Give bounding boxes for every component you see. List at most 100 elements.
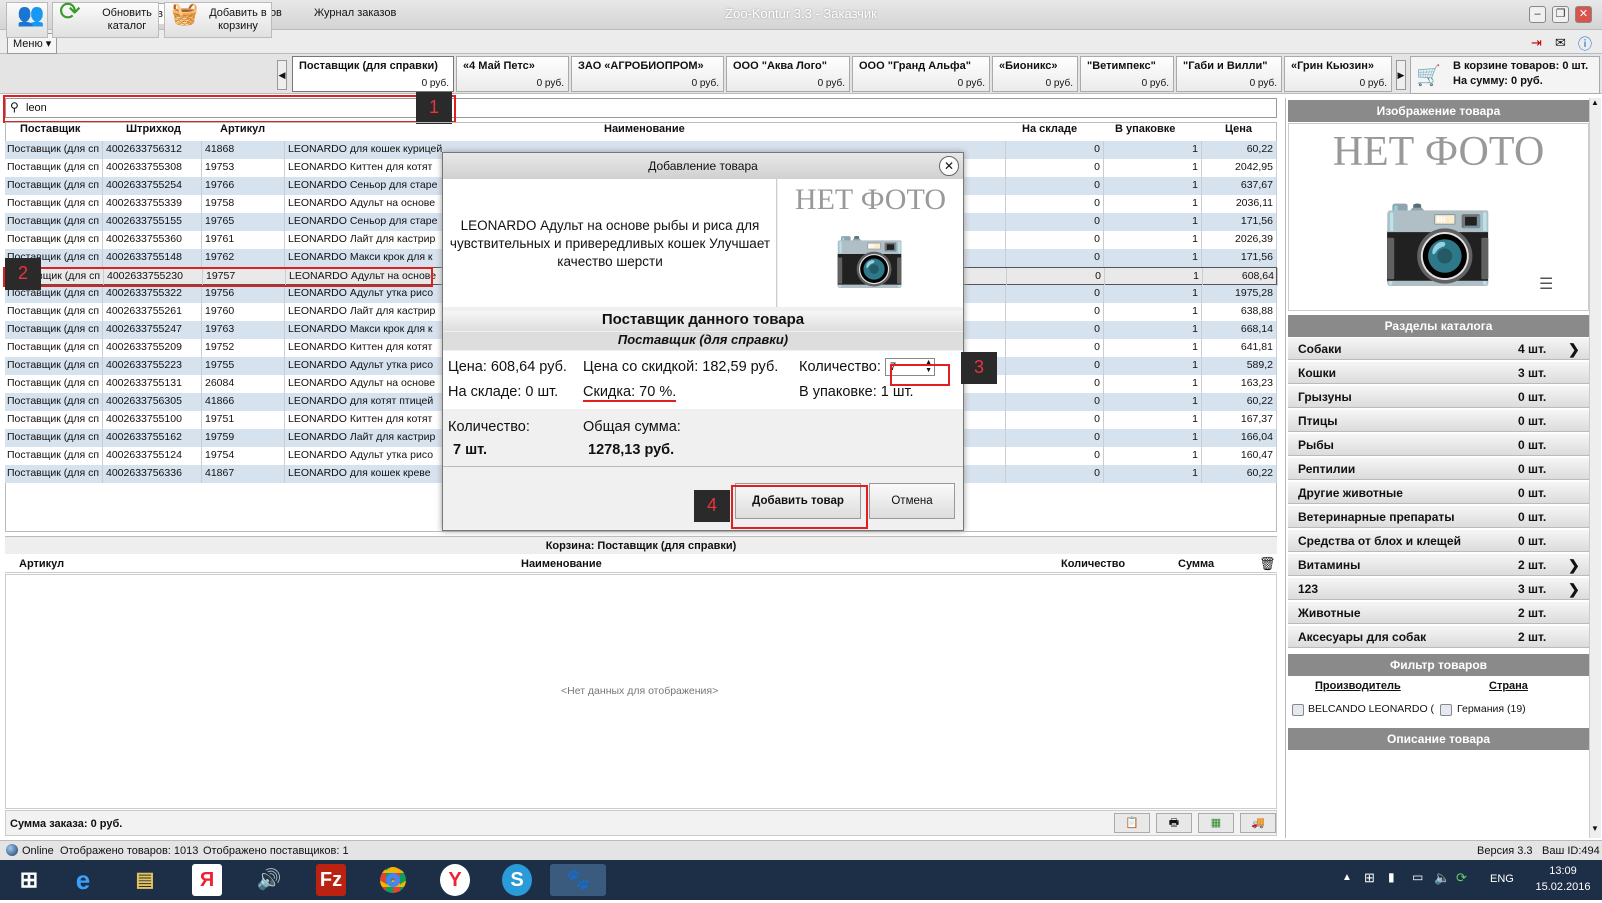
filter-country-label[interactable]: Страна: [1489, 680, 1528, 692]
action-center-icon[interactable]: ▭: [1412, 870, 1423, 884]
scroll-left-icon[interactable]: ◀: [277, 60, 287, 90]
category-item[interactable]: Рыбы 0 шт.: [1288, 434, 1589, 456]
category-item[interactable]: Аксесуары для собак 2 шт.: [1288, 626, 1589, 648]
table-cell: 4002633755254: [104, 177, 202, 195]
category-item[interactable]: Собаки 4 шт. ❯: [1288, 338, 1589, 360]
table-cell: 638,88: [1203, 303, 1277, 321]
users-button[interactable]: 👥: [6, 2, 48, 38]
volume-icon[interactable]: 🔈: [1434, 870, 1450, 886]
status-version: Версия 3.3: [1477, 845, 1533, 857]
col-stock[interactable]: На складе: [1022, 123, 1078, 139]
supplier-tab[interactable]: «4 Май Петс» 0 руб.: [456, 56, 569, 92]
supplier-tab[interactable]: Поставщик (для справки) 0 руб.: [292, 56, 454, 92]
network-icon[interactable]: ▮: [1388, 870, 1395, 884]
category-item[interactable]: Грызуны 0 шт.: [1288, 386, 1589, 408]
refresh-catalog-button[interactable]: ⟳ Обновить каталог: [52, 0, 159, 38]
cart-col-qty[interactable]: Количество: [1061, 558, 1125, 570]
yandex-browser-icon[interactable]: Y: [440, 864, 470, 896]
chrome-icon[interactable]: [372, 864, 414, 896]
cart-col-name[interactable]: Наименование: [521, 558, 602, 570]
supplier-tab[interactable]: ООО "Аква Лого" 0 руб.: [726, 56, 850, 92]
tab-orders[interactable]: Журнал заказов: [302, 3, 408, 24]
excel-icon[interactable]: ▦: [1198, 813, 1234, 833]
scroll-down-icon[interactable]: ▼: [1591, 824, 1599, 833]
filezilla-icon[interactable]: Fz: [316, 864, 346, 896]
category-item[interactable]: Рептилии 0 шт.: [1288, 458, 1589, 480]
category-item[interactable]: Животные 2 шт.: [1288, 602, 1589, 624]
supplier-tab[interactable]: «Грин Кьюзин» 0 руб.: [1284, 56, 1392, 92]
supplier-name: ЗАО «АГРОБИОПРОМ»: [578, 60, 704, 72]
chevron-right-icon[interactable]: ❯: [1568, 554, 1580, 576]
category-item[interactable]: Кошки 3 шт.: [1288, 362, 1589, 384]
clipboard-icon[interactable]: 📋: [1114, 813, 1150, 833]
category-item[interactable]: Витамины 2 шт. ❯: [1288, 554, 1589, 576]
manufacturer-checkbox[interactable]: [1292, 704, 1304, 716]
exit-icon[interactable]: ⇥: [1531, 35, 1542, 51]
supplier-tab[interactable]: "Ветимпекс" 0 руб.: [1080, 56, 1174, 92]
scroll-up-icon[interactable]: ▲: [1591, 98, 1599, 107]
country-checkbox[interactable]: [1440, 704, 1452, 716]
filter-manufacturer-label[interactable]: Производитель: [1315, 680, 1401, 692]
tray-windows-icon[interactable]: ⊞: [1364, 870, 1375, 886]
col-price[interactable]: Цена: [1225, 123, 1253, 139]
highlight-qty: [890, 364, 950, 386]
order-sum-text: Сумма заказа: 0 руб.: [10, 818, 123, 830]
category-item[interactable]: Другие животные 0 шт.: [1288, 482, 1589, 504]
col-name[interactable]: Наименование: [604, 123, 685, 139]
scroll-right-icon[interactable]: ▶: [1396, 60, 1406, 90]
cart-col-sum[interactable]: Сумма: [1178, 558, 1214, 570]
close-icon[interactable]: ✕: [1575, 6, 1592, 23]
language-indicator[interactable]: ENG: [1490, 873, 1514, 885]
cart-summary[interactable]: 🛒 В корзине товаров: 0 шт. На сумму: 0 р…: [1410, 56, 1600, 94]
table-cell: 4002633755223: [104, 357, 202, 375]
col-pack[interactable]: В упаковке: [1115, 123, 1176, 139]
trash-icon[interactable]: 🗑: [1259, 556, 1276, 572]
badge-2: 2: [5, 258, 41, 290]
category-item[interactable]: Средства от блох и клещей 0 шт.: [1288, 530, 1589, 552]
category-count: 0 шт.: [1518, 390, 1547, 404]
category-item[interactable]: Птицы 0 шт.: [1288, 410, 1589, 432]
supplier-tab[interactable]: ЗАО «АГРОБИОПРОМ» 0 руб.: [571, 56, 724, 92]
supplier-header: Поставщик данного товара: [443, 311, 963, 331]
category-item[interactable]: Ветеринарные препараты 0 шт.: [1288, 506, 1589, 528]
windows-start-icon[interactable]: ⊞: [8, 864, 50, 896]
zoo-kontur-taskbar-icon[interactable]: 🐾: [550, 864, 606, 896]
skype-icon[interactable]: S: [502, 864, 532, 896]
chevron-right-icon[interactable]: ❯: [1568, 578, 1580, 600]
ie-icon[interactable]: e: [62, 864, 104, 896]
col-barcode[interactable]: Штрихкод: [126, 123, 181, 139]
supplier-price: 0 руб.: [817, 78, 845, 89]
speaker-app-icon[interactable]: 🔊: [248, 864, 290, 896]
chevron-right-icon[interactable]: ❯: [1568, 338, 1580, 360]
supplier-tab[interactable]: "Габи и Вилли" 0 руб.: [1176, 56, 1282, 92]
tray-expand-icon[interactable]: ▲: [1342, 872, 1352, 883]
help-icon[interactable]: ⓘ: [1578, 34, 1592, 54]
maximize-icon[interactable]: ❐: [1552, 6, 1569, 23]
minimize-icon[interactable]: –: [1529, 6, 1546, 23]
mail-icon[interactable]: ✉: [1555, 35, 1566, 51]
table-cell: 19751: [203, 411, 285, 429]
dialog-close-icon[interactable]: ✕: [939, 156, 959, 176]
sidebar-no-photo-text: НЕТ ФОТО: [1332, 129, 1545, 175]
cancel-button[interactable]: Отмена: [869, 483, 955, 519]
send-order-icon[interactable]: 🚚: [1240, 813, 1276, 833]
category-item[interactable]: 123 3 шт. ❯: [1288, 578, 1589, 600]
col-supplier[interactable]: Поставщик: [20, 123, 81, 139]
explorer-icon[interactable]: ▤: [124, 864, 166, 896]
clock-time[interactable]: 13:09: [1533, 865, 1593, 877]
add-to-cart-button[interactable]: 🧺 Добавить в корзину: [164, 2, 272, 38]
list-view-icon[interactable]: ☰: [1539, 274, 1553, 294]
sync-icon[interactable]: ⟳: [1456, 870, 1467, 886]
cart-col-article[interactable]: Артикул: [19, 558, 64, 570]
supplier-price: 0 руб.: [1359, 78, 1387, 89]
clock-date[interactable]: 15.02.2016: [1533, 881, 1593, 893]
col-article[interactable]: Артикул: [220, 123, 266, 139]
print-icon[interactable]: 🖶: [1156, 813, 1192, 833]
yandex-icon[interactable]: Я: [192, 864, 222, 896]
supplier-tab[interactable]: ООО "Гранд Альфа" 0 руб.: [852, 56, 990, 92]
supplier-tab[interactable]: «Бионикс» 0 руб.: [992, 56, 1078, 92]
sidebar-scrollbar[interactable]: ▲ ▼: [1589, 98, 1601, 838]
table-cell: 0: [1008, 268, 1105, 286]
supplier-name: ООО "Гранд Альфа": [859, 60, 971, 72]
table-cell: 0: [1007, 285, 1104, 303]
